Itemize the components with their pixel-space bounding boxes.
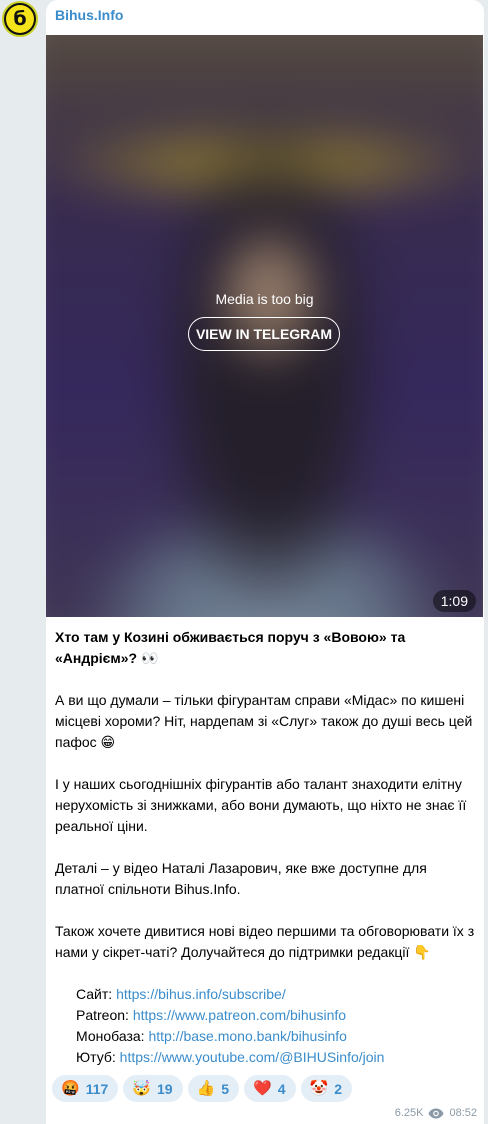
post-text: Хто там у Козині обживається поруч з «Во…: [55, 627, 479, 1068]
reaction-mind-blown[interactable]: 🤯 19: [123, 1075, 183, 1102]
post-paragraph: Також хочете дивитися нові відео першими…: [55, 923, 475, 960]
reaction-count: 4: [277, 1080, 286, 1097]
link-row-site: Сайт: https://bihus.info/subscribe/: [76, 984, 479, 1005]
patreon-link[interactable]: https://www.patreon.com/bihusinfo: [133, 1007, 346, 1023]
message-bubble: Bihus.Info Media is too big VIEW IN TELE…: [46, 0, 484, 1124]
view-in-telegram-button[interactable]: VIEW IN TELEGRAM: [188, 317, 340, 351]
link-label: Patreon:: [76, 1007, 133, 1023]
reactions-bar: 🤬 117 🤯 19 👍 5 ❤️ 4 🤡 2: [52, 1075, 352, 1102]
eye-icon: [428, 1108, 444, 1118]
reaction-heart[interactable]: ❤️ 4: [244, 1075, 296, 1102]
post-paragraph: А ви що думали – тільки фігурантам справ…: [55, 692, 473, 750]
reaction-count: 19: [156, 1080, 173, 1097]
message-time: 08:52: [449, 1107, 477, 1119]
link-row-youtube: Ютуб: https://www.youtube.com/@BIHUSinfo…: [76, 1047, 479, 1068]
avatar-logo-glyph: б: [6, 5, 34, 33]
reaction-count: 117: [85, 1080, 109, 1097]
support-links-list: Сайт: https://bihus.info/subscribe/ Patr…: [55, 984, 479, 1068]
video-duration-badge: 1:09: [432, 590, 476, 612]
heart-icon: ❤️: [253, 1080, 272, 1097]
site-link[interactable]: https://bihus.info/subscribe/: [116, 986, 286, 1002]
link-row-patreon: Patreon: https://www.patreon.com/bihusin…: [76, 1005, 479, 1026]
clown-face-icon: 🤡: [309, 1080, 329, 1097]
monobank-link[interactable]: http://base.mono.bank/bihusinfo: [148, 1028, 346, 1044]
reaction-count: 5: [221, 1080, 230, 1097]
media-too-big-label: Media is too big: [215, 291, 314, 307]
channel-name[interactable]: Bihus.Info: [55, 7, 123, 23]
link-label: Сайт:: [76, 986, 117, 1002]
reaction-angry[interactable]: 🤬 117: [52, 1075, 119, 1102]
post-title: Хто там у Козині обживається поруч з «Во…: [55, 629, 406, 666]
link-label: Монобаза:: [76, 1028, 149, 1044]
link-row-monobank: Монобаза: http://base.mono.bank/bihusinf…: [76, 1026, 479, 1047]
reaction-thumbs-up[interactable]: 👍 5: [187, 1075, 240, 1102]
post-paragraph: І у наших сьогоднішніх фігурантів або та…: [55, 776, 467, 834]
reaction-clown[interactable]: 🤡 2: [300, 1075, 352, 1102]
view-count: 6.25K: [394, 1107, 424, 1119]
youtube-link[interactable]: https://www.youtube.com/@BIHUSinfo/join: [120, 1049, 385, 1065]
reaction-count: 2: [334, 1080, 342, 1097]
message-meta: 6.25K 08:52: [395, 1107, 477, 1119]
post-paragraph: Деталі – у відео Наталі Лазарович, яке в…: [55, 860, 427, 897]
angry-face-icon: 🤬: [61, 1080, 80, 1097]
channel-avatar[interactable]: б: [2, 1, 38, 37]
mind-blown-icon: 🤯: [132, 1080, 151, 1097]
link-label: Ютуб:: [76, 1049, 120, 1065]
thumbs-up-icon: 👍: [196, 1080, 216, 1097]
video-media[interactable]: Media is too big VIEW IN TELEGRAM 1:09: [46, 35, 483, 617]
